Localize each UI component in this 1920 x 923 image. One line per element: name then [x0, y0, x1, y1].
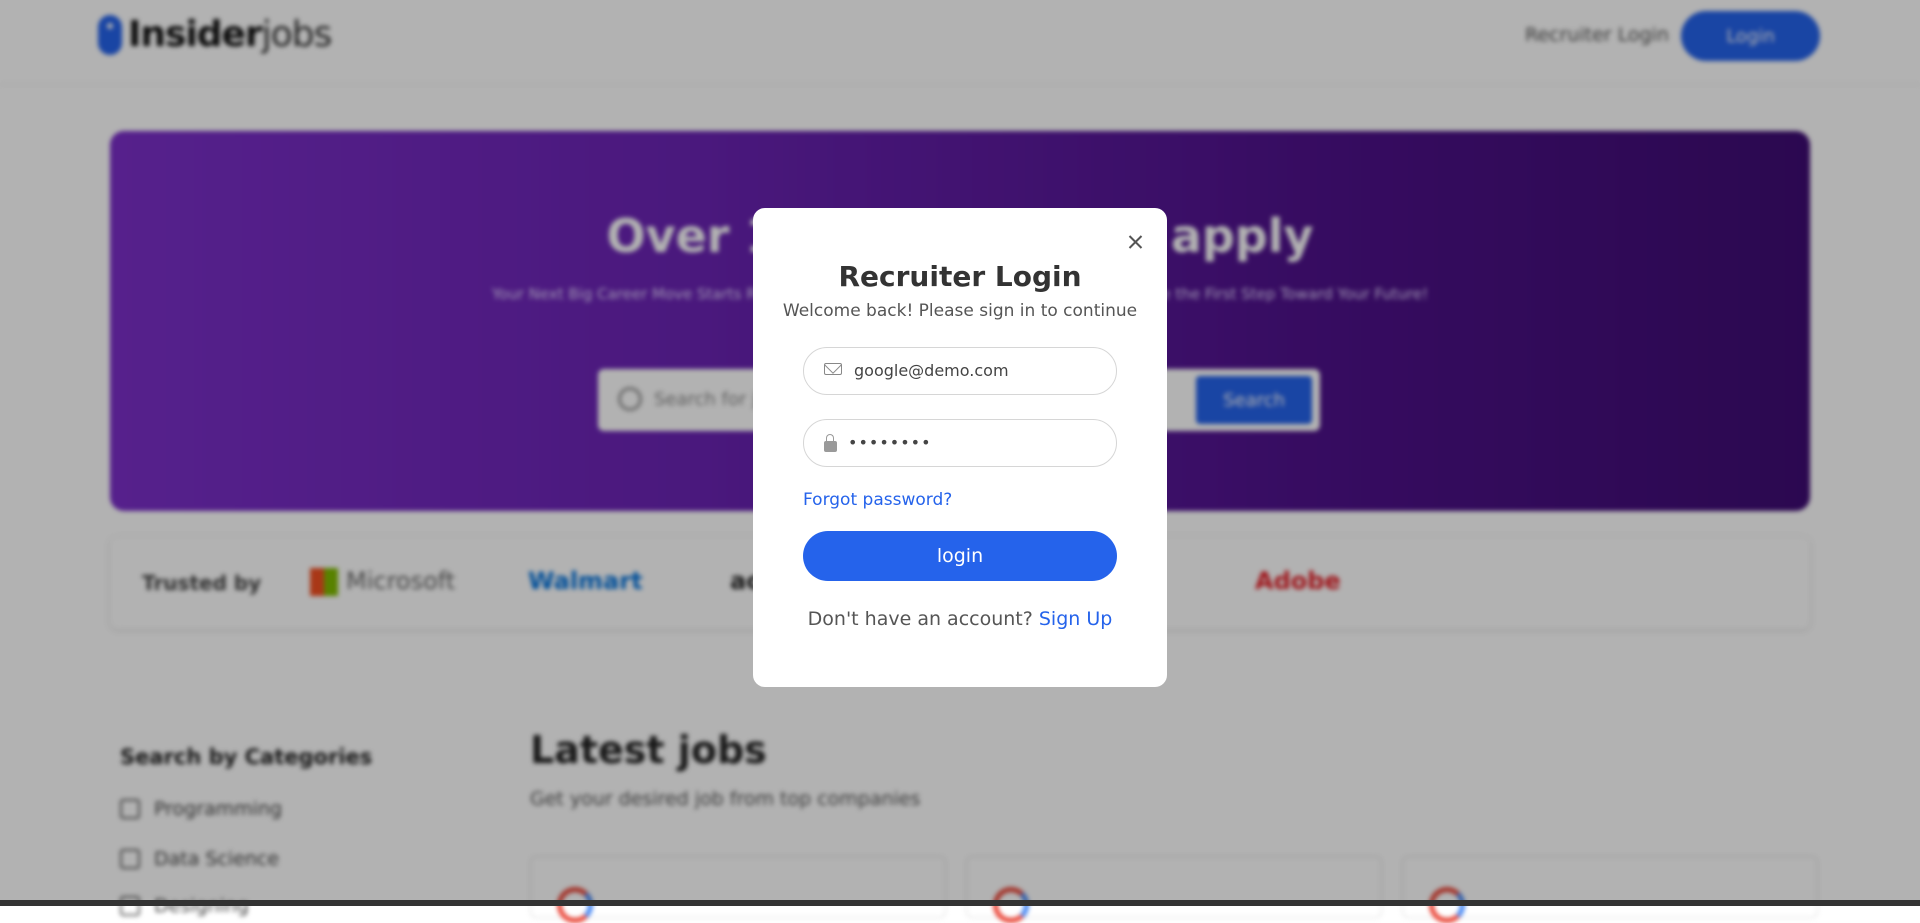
email-field[interactable]: [854, 348, 1104, 392]
signup-row: Don't have an account? Sign Up: [753, 608, 1167, 630]
password-field[interactable]: [848, 420, 1098, 464]
signup-prompt: Don't have an account?: [807, 608, 1033, 630]
password-field-wrapper: [803, 419, 1117, 467]
modal-subtitle: Welcome back! Please sign in to continue: [782, 301, 1138, 321]
signup-link[interactable]: Sign Up: [1039, 608, 1112, 630]
close-icon[interactable]: [1123, 230, 1147, 254]
bottom-edge-bar: [0, 900, 1920, 906]
recruiter-login-modal: Recruiter Login Welcome back! Please sig…: [753, 208, 1167, 687]
lock-icon: [824, 434, 837, 452]
modal-title: Recruiter Login: [838, 260, 1082, 293]
mail-icon: [824, 363, 842, 375]
login-button[interactable]: login: [803, 531, 1117, 581]
email-field-wrapper: [803, 347, 1117, 395]
forgot-password-link[interactable]: Forgot password?: [803, 490, 952, 510]
